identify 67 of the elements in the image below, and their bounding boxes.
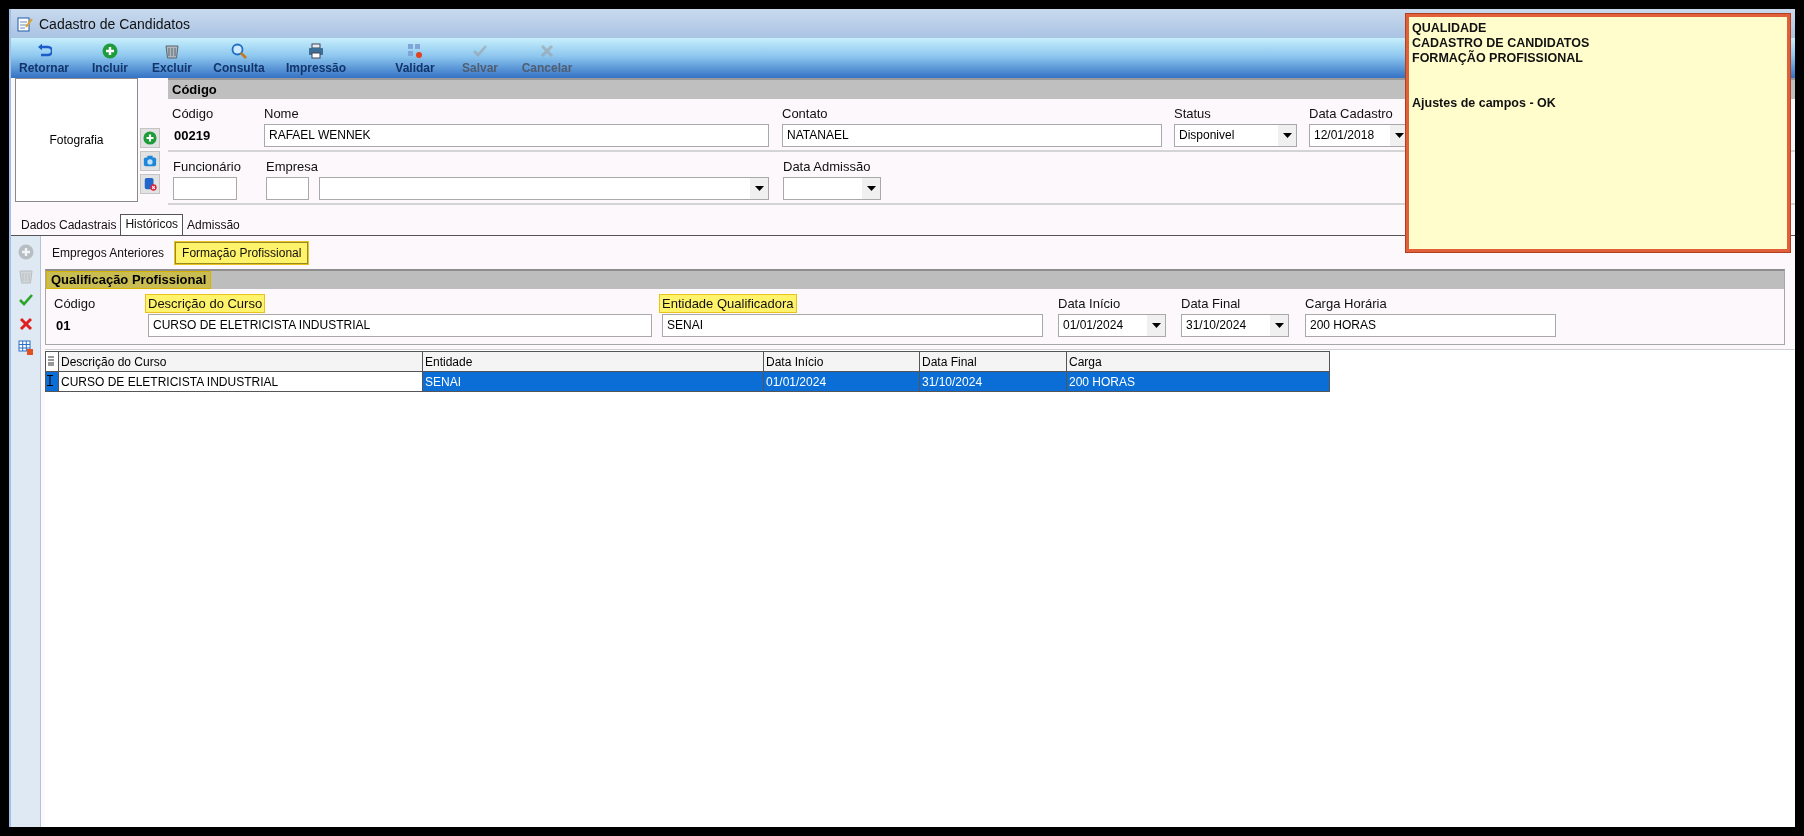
dropdown[interactable]: Disponivel	[1174, 124, 1297, 147]
field-label: Descrição do Curso	[146, 295, 265, 312]
field-label: Data Final	[1180, 295, 1242, 312]
back-arrow-icon[interactable]	[36, 43, 52, 59]
plus-icon[interactable]	[102, 43, 118, 59]
text-field[interactable]: CURSO DE ELETRICISTA INDUSTRIAL	[148, 314, 652, 337]
field-label: Contato	[781, 105, 829, 122]
column-header[interactable]: Entidade	[422, 351, 764, 372]
field-label: Status	[1173, 105, 1212, 122]
caret-icon	[1151, 323, 1161, 328]
grid-icon[interactable]	[17, 340, 34, 356]
field-label: Código	[171, 105, 215, 122]
text-field[interactable]: 200 HORAS	[1305, 314, 1556, 337]
group-title: Qualificação Profissional	[46, 271, 212, 289]
text-field[interactable]	[266, 177, 309, 200]
text-field[interactable]: RAFAEL WENNEK	[264, 124, 769, 147]
toolbar-button[interactable]: Incluir	[87, 38, 133, 78]
column-chooser-icon[interactable]	[47, 355, 55, 366]
printer-icon[interactable]	[308, 43, 324, 59]
toolbar-button[interactable]: Impressão	[283, 38, 349, 78]
tab[interactable]: Admissão	[183, 216, 244, 235]
text-field[interactable]: NATANAEL	[782, 124, 1162, 147]
text-cursor-icon	[47, 374, 53, 386]
field-label: Data Cadastro	[1308, 105, 1394, 122]
text-field[interactable]: SENAI	[662, 314, 1043, 337]
field-label: Data Início	[1057, 295, 1122, 312]
code-value: 01	[55, 317, 72, 335]
dropdown[interactable]: 31/10/2024	[1181, 314, 1289, 337]
window-title: Cadastro de Candidatos	[39, 15, 190, 32]
subtab[interactable]: Empregos Anteriores	[45, 242, 172, 264]
column-header[interactable]: Carga	[1066, 351, 1330, 372]
code-value: 00219	[173, 127, 212, 145]
caret-icon	[1282, 133, 1292, 138]
field-label: Funcionário	[172, 158, 242, 175]
column-header[interactable]: Data Final	[919, 351, 1067, 372]
form-edit-icon	[17, 15, 33, 32]
column-header[interactable]: Descrição do Curso	[58, 351, 423, 372]
field-label: Data Admissão	[782, 158, 872, 175]
table-cell: CURSO DE ELETRICISTA INDUSTRIAL	[58, 371, 423, 392]
trash-icon[interactable]	[164, 43, 180, 59]
close-icon[interactable]	[17, 316, 34, 332]
field-label: Carga Horária	[1304, 295, 1388, 312]
field-label: Código	[53, 295, 97, 312]
dropdown[interactable]: 01/01/2024	[1058, 314, 1166, 337]
toolbar-button[interactable]: Consulta	[211, 38, 267, 78]
subtab[interactable]: Formação Profissional	[175, 242, 309, 264]
field-label: Empresa	[265, 158, 320, 175]
dropdown[interactable]	[783, 177, 881, 200]
field-label: Nome	[263, 105, 300, 122]
note-text: QUALIDADE CADASTRO DE CANDIDATOS FORMAÇÃO PROFISSIONAL	[1412, 21, 1591, 66]
checkmark-icon[interactable]	[17, 292, 34, 308]
photo-placeholder[interactable]: Fotografia	[15, 78, 138, 202]
caret-icon	[1394, 133, 1404, 138]
field-label: Entidade Qualificadora	[660, 295, 796, 312]
caret-icon	[1274, 323, 1284, 328]
column-header[interactable]: Data Início	[763, 351, 920, 372]
search-icon[interactable]	[231, 43, 247, 59]
caret-icon	[754, 186, 764, 191]
toolbar-button[interactable]: Retornar	[17, 38, 71, 78]
toolbar-button[interactable]: Validar	[389, 38, 441, 78]
dropdown[interactable]	[319, 177, 769, 200]
tab[interactable]: Históricos	[120, 214, 184, 235]
caret-icon	[866, 186, 876, 191]
note-text: Ajustes de campos - OK	[1412, 96, 1557, 111]
toolbar-button[interactable]: Excluir	[149, 38, 195, 78]
text-field[interactable]	[173, 177, 237, 200]
tab[interactable]: Dados Cadastrais	[17, 216, 121, 235]
